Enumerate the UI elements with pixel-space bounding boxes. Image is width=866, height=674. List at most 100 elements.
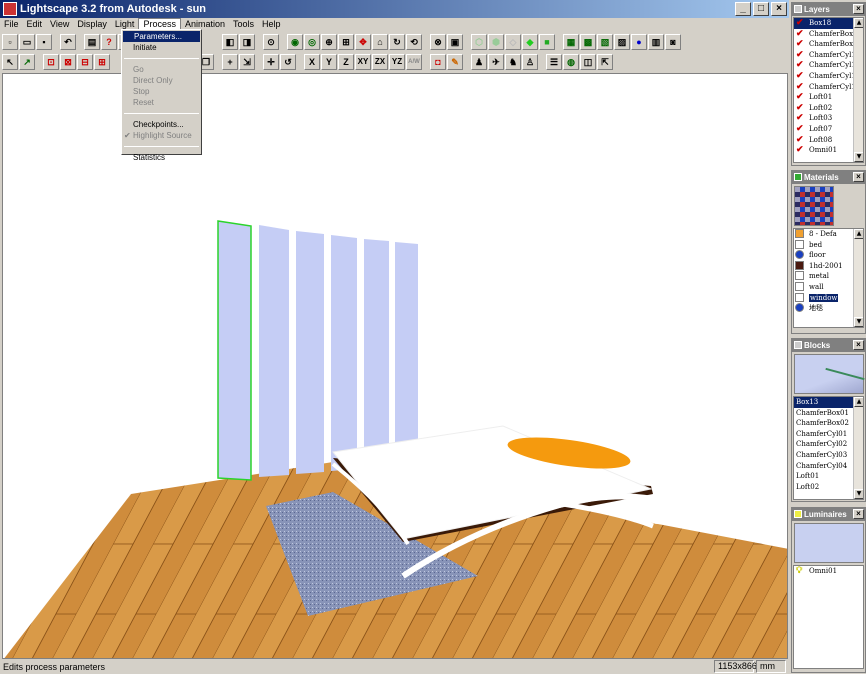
- rotate-icon[interactable]: ⟲: [406, 34, 422, 50]
- undo-icon[interactable]: ↶: [60, 34, 76, 50]
- axis-zx-button[interactable]: ZX: [372, 54, 388, 70]
- filter-icon[interactable]: ◍: [563, 54, 579, 70]
- blocks-list[interactable]: Box13 ChamferBox01 ChamferBox02 ChamferC…: [793, 396, 864, 500]
- menu-direct-only[interactable]: Direct Only: [122, 75, 201, 86]
- checkmark-icon[interactable]: ✔: [796, 135, 804, 145]
- checkmark-icon[interactable]: ✔: [796, 146, 804, 155]
- list-item[interactable]: 💡︎ Omni01: [794, 566, 863, 577]
- open-folder-icon[interactable]: ▭: [19, 34, 35, 50]
- layers-scrollbar[interactable]: ▲ ▼: [853, 18, 863, 162]
- eye-icon[interactable]: ◉: [287, 34, 303, 50]
- walk-icon[interactable]: ⌂: [372, 34, 388, 50]
- zoom-window-icon[interactable]: ⊞: [338, 34, 354, 50]
- layer-cube-2-icon[interactable]: ▩: [580, 34, 596, 50]
- view-save-icon[interactable]: ▣: [447, 34, 463, 50]
- select-plus-icon[interactable]: ↗: [19, 54, 35, 70]
- axis-yz-button[interactable]: YZ: [389, 54, 405, 70]
- menu-highlight-source[interactable]: ✔ Highlight Source: [122, 130, 201, 141]
- checkmark-icon[interactable]: ✔: [796, 71, 804, 81]
- orbit-icon[interactable]: ↻: [389, 34, 405, 50]
- materials-scrollbar[interactable]: ▲ ▼: [853, 229, 863, 327]
- new-file-icon[interactable]: ▫: [2, 34, 18, 50]
- menu-help[interactable]: Help: [258, 18, 285, 30]
- texture-icon[interactable]: ▨: [614, 34, 630, 50]
- axis-xy-button[interactable]: XY: [355, 54, 371, 70]
- axis-z-button[interactable]: Z: [338, 54, 354, 70]
- smooth-shade-icon[interactable]: ■: [539, 34, 555, 50]
- render-icon[interactable]: ⊙: [263, 34, 279, 50]
- luminaires-list[interactable]: 💡︎ Omni01: [793, 565, 864, 669]
- checkmark-icon[interactable]: ✔: [796, 19, 804, 28]
- menu-display[interactable]: Display: [73, 18, 111, 30]
- walk-person-icon[interactable]: ♟: [471, 54, 487, 70]
- select-all-icon[interactable]: ⊞: [94, 54, 110, 70]
- save-icon[interactable]: ▪: [36, 34, 52, 50]
- materials-list[interactable]: 8 - Defa bed floor 1hd-2001 metal wall w…: [793, 228, 864, 328]
- checkmark-icon[interactable]: ✔: [796, 93, 804, 102]
- axis-x-button[interactable]: X: [304, 54, 320, 70]
- pan-icon[interactable]: ✥: [355, 34, 371, 50]
- blocks-close-button[interactable]: ×: [853, 340, 864, 350]
- layer-cube-icon[interactable]: ▦: [563, 34, 579, 50]
- menu-reset[interactable]: Reset: [122, 97, 201, 108]
- scroll-down-icon[interactable]: ▼: [854, 317, 863, 327]
- cube-view-2-icon[interactable]: ◨: [239, 34, 255, 50]
- materials-close-button[interactable]: ×: [853, 172, 864, 182]
- menu-initiate[interactable]: Initiate: [122, 42, 201, 53]
- outline-icon[interactable]: ◇: [505, 34, 521, 50]
- layers-stack-icon[interactable]: ☰: [546, 54, 562, 70]
- scroll-up-icon[interactable]: ▲: [854, 397, 863, 407]
- menu-go[interactable]: Go: [122, 64, 201, 75]
- paint-icon[interactable]: ✎: [447, 54, 463, 70]
- menu-edit[interactable]: Edit: [23, 18, 47, 30]
- props-icon[interactable]: ◫: [580, 54, 596, 70]
- select-window-icon[interactable]: ⊡: [43, 54, 59, 70]
- wireframe-icon[interactable]: ⬡: [471, 34, 487, 50]
- scroll-down-icon[interactable]: ▼: [854, 489, 863, 499]
- rotate-obj-icon[interactable]: ↺: [280, 54, 296, 70]
- menu-stop[interactable]: Stop: [122, 86, 201, 97]
- viewport-3d[interactable]: [2, 73, 788, 659]
- checkmark-icon[interactable]: ✔: [796, 82, 804, 92]
- menu-view[interactable]: View: [46, 18, 73, 30]
- checkmark-icon[interactable]: ✔: [796, 103, 804, 113]
- checkmark-icon[interactable]: ✔: [796, 114, 804, 123]
- select-crossing-icon[interactable]: ⊠: [60, 54, 76, 70]
- zoom-extents-icon[interactable]: ⊗: [430, 34, 446, 50]
- select-fence-icon[interactable]: ⊟: [77, 54, 93, 70]
- layers-list[interactable]: ✔ Box18 ✔ ChamferBox0 ✔ ChamferBox0 ✔ Chamfe…: [793, 17, 864, 163]
- move-cross-icon[interactable]: ✛: [263, 54, 279, 70]
- minimize-button[interactable]: _: [735, 2, 751, 16]
- block-icon[interactable]: ▥: [648, 34, 664, 50]
- close-button[interactable]: ×: [771, 2, 787, 16]
- move-icon[interactable]: ⇲: [239, 54, 255, 70]
- stand-icon[interactable]: ♙: [522, 54, 538, 70]
- checkmark-icon[interactable]: ✔: [796, 40, 804, 49]
- axis-aw-button[interactable]: A/W: [406, 54, 422, 70]
- checkmark-icon[interactable]: ✔: [796, 50, 804, 60]
- menu-checkpoints[interactable]: Checkpoints...: [122, 119, 201, 130]
- layers-close-button[interactable]: ×: [853, 4, 864, 14]
- help-icon[interactable]: ?: [101, 34, 117, 50]
- menu-file[interactable]: File: [0, 18, 23, 30]
- axis-y-button[interactable]: Y: [321, 54, 337, 70]
- menu-parameters[interactable]: Parameters...: [123, 31, 200, 42]
- zoom-icon[interactable]: ⊕: [321, 34, 337, 50]
- menu-tools[interactable]: Tools: [229, 18, 258, 30]
- scroll-up-icon[interactable]: ▲: [854, 18, 863, 28]
- print-icon[interactable]: ▤: [84, 34, 100, 50]
- run-icon[interactable]: ♞: [505, 54, 521, 70]
- checkmark-icon[interactable]: ✔: [796, 29, 804, 39]
- maximize-button[interactable]: □: [753, 2, 769, 16]
- cursor-query-icon[interactable]: ⇱: [597, 54, 613, 70]
- layer-cube-3-icon[interactable]: ▧: [597, 34, 613, 50]
- cube-view-icon[interactable]: ◧: [222, 34, 238, 50]
- luminaires-close-button[interactable]: ×: [853, 509, 864, 519]
- blocks-scrollbar[interactable]: ▲ ▼: [853, 397, 863, 499]
- checkmark-icon[interactable]: ✔: [796, 124, 804, 134]
- scroll-up-icon[interactable]: ▲: [854, 229, 863, 239]
- material-ball-icon[interactable]: ●: [631, 34, 647, 50]
- eye-light-icon[interactable]: ◎: [304, 34, 320, 50]
- scroll-down-icon[interactable]: ▼: [854, 152, 863, 162]
- select-arrow-icon[interactable]: ↖: [2, 54, 18, 70]
